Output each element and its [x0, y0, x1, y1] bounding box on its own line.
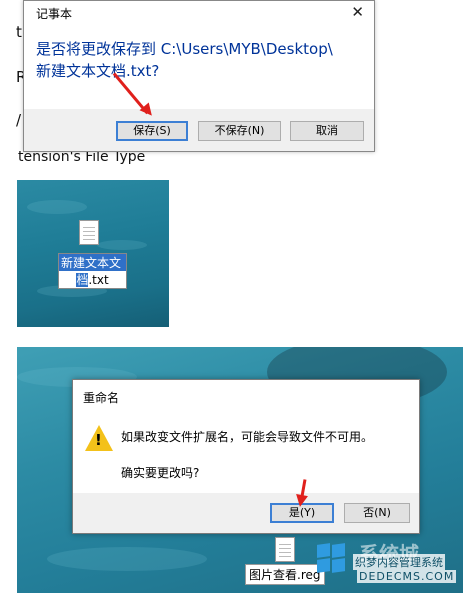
dont-save-button[interactable]: 不保存(N)	[198, 121, 281, 141]
confirm-question: 确实要更改吗?	[121, 466, 200, 480]
rename-warning-dialog: 重命名 ! 如果改变文件扩展名，可能会导致文件不可用。 确实要更改吗? 是(Y)…	[72, 379, 420, 534]
text-file-icon[interactable]	[79, 220, 99, 245]
file-name-editbox[interactable]: 新建文本文 档.txt	[58, 253, 127, 289]
dialog-title: 记事本	[36, 7, 73, 21]
file-name-line2: 档.txt	[59, 271, 126, 288]
file-name-selected-char: 档	[76, 273, 89, 287]
annotation-arrow-head	[294, 494, 308, 508]
cancel-button[interactable]: 取消	[290, 121, 364, 141]
background-text-line3: /	[16, 111, 22, 129]
file-extension: .txt	[88, 273, 109, 287]
notepad-save-dialog: 记事本 ✕ 是否将更改保存到 C:\Users\MYB\Desktop\ 新建文…	[23, 0, 375, 152]
windows-logo-icon	[317, 543, 347, 574]
reg-file-icon[interactable]	[275, 537, 295, 562]
file-name-selected: 新建文本文	[59, 254, 126, 271]
dialog-title: 重命名	[83, 391, 120, 405]
save-prompt-message: 是否将更改保存到 C:\Users\MYB\Desktop\ 新建文本文档.tx…	[36, 38, 366, 82]
message-line2: 新建文本文档.txt?	[36, 62, 160, 80]
reg-file-name-label[interactable]: 图片查看.reg	[245, 564, 325, 585]
warning-message: 如果改变文件扩展名，可能会导致文件不可用。	[121, 430, 374, 444]
dialog-footer: 保存(S) 不保存(N) 取消	[24, 109, 374, 151]
dialog-footer: 是(Y) 否(N)	[73, 493, 419, 533]
site-watermark: 系统城 织梦内容管理系统 DEDECMS.COM	[317, 540, 463, 593]
save-button[interactable]: 保存(S)	[116, 121, 188, 141]
watermark-url: DEDECMS.COM	[357, 570, 457, 583]
desktop-background: 新建文本文 档.txt	[17, 180, 169, 327]
message-line1: 是否将更改保存到 C:\Users\MYB\Desktop\	[36, 40, 333, 58]
close-icon[interactable]: ✕	[351, 3, 364, 21]
background-text-line1: t	[16, 23, 22, 41]
watermark-text: 织梦内容管理系统	[353, 554, 445, 570]
desktop-background-2: 重命名 ! 如果改变文件扩展名，可能会导致文件不可用。 确实要更改吗? 是(Y)…	[17, 347, 463, 593]
warning-exclamation: !	[95, 431, 102, 449]
no-button[interactable]: 否(N)	[344, 503, 410, 523]
